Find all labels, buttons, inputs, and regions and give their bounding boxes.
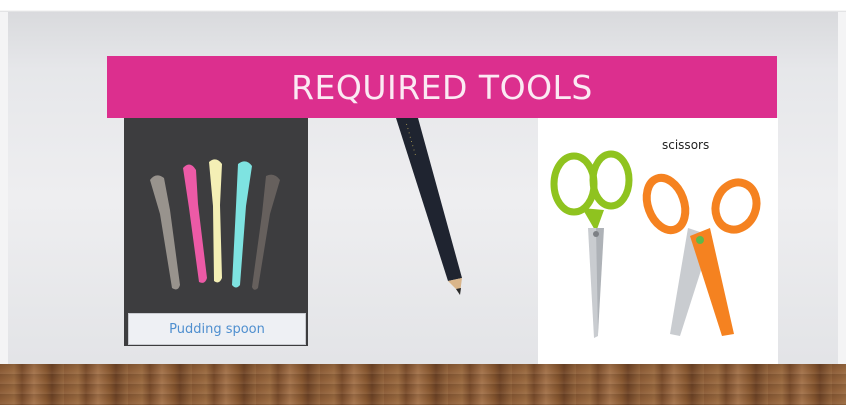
orange-scissors-icon [642,173,761,336]
scissors-illustration [550,150,761,338]
green-scissors-icon [550,150,633,338]
wooden-floor [0,364,846,405]
